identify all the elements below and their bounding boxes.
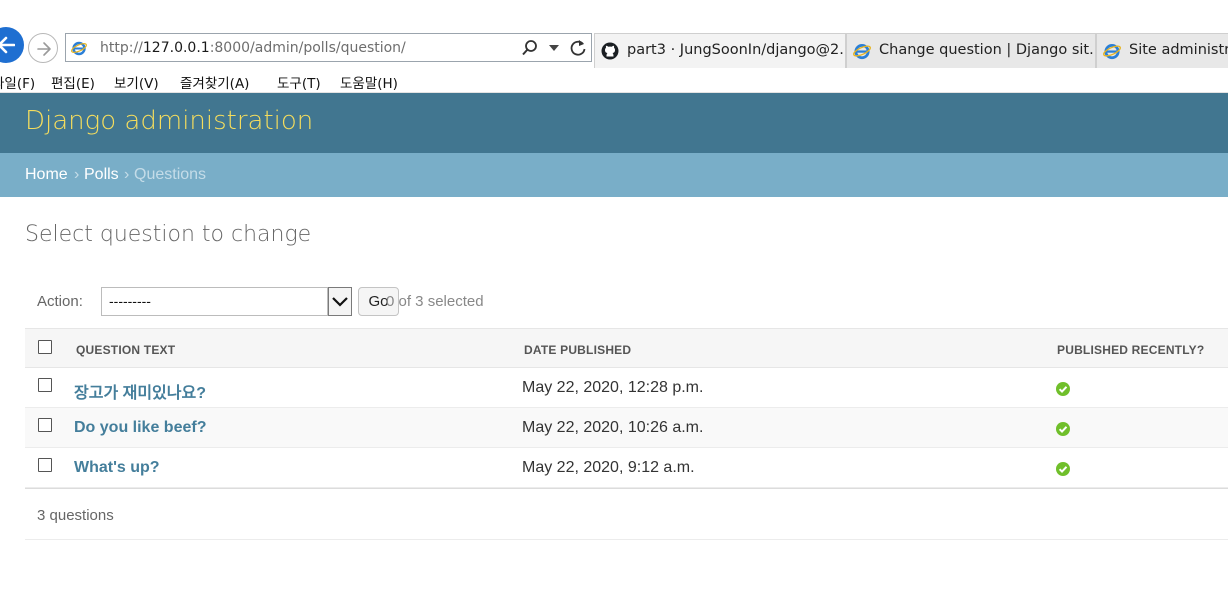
actions-bar: Action: --------- Go 0 of 3 selected <box>25 282 1228 320</box>
menu-bar: 파일(F) 편집(E) 보기(V) 즐겨찾기(A) 도구(T) 도움말(H) <box>0 68 1228 93</box>
tab-site-administration[interactable]: Site administra <box>1096 33 1228 68</box>
select-all-checkbox[interactable] <box>38 340 52 354</box>
row-checkbox[interactable] <box>38 418 52 432</box>
action-select[interactable]: --------- <box>101 287 328 316</box>
github-icon <box>601 42 619 60</box>
ie-page-icon <box>71 41 87 56</box>
action-label: Action: <box>37 293 83 310</box>
page-title: Select question to change <box>25 222 312 247</box>
question-link[interactable]: Do you like beef? <box>74 419 206 437</box>
date-published-cell: May 22, 2020, 9:12 a.m. <box>522 459 695 476</box>
site-name-link[interactable]: Django administration <box>25 106 313 136</box>
result-count: 3 questions <box>37 507 114 524</box>
table-header: QUESTION TEXT DATE PUBLISHED PUBLISHED R… <box>25 328 1228 368</box>
arrow-left-icon <box>0 36 15 54</box>
ie-page-icon <box>1103 44 1121 60</box>
column-header-question-text[interactable]: QUESTION TEXT <box>76 343 175 357</box>
breadcrumb-current: Questions <box>134 166 207 183</box>
question-link[interactable]: 장고가 재미있나요? <box>74 379 206 403</box>
arrow-right-icon <box>37 42 51 56</box>
column-header-date-published[interactable]: DATE PUBLISHED <box>524 343 631 357</box>
menu-tools[interactable]: 도구(T) <box>277 72 321 92</box>
browser-toolbar: http://127.0.0.1:8000/admin/polls/questi… <box>0 0 1228 68</box>
dropdown-arrow-icon[interactable] <box>549 44 559 52</box>
check-yes-icon <box>1056 462 1070 476</box>
table-row: What's up? May 22, 2020, 9:12 a.m. <box>25 448 1228 488</box>
table-row: 장고가 재미있나요? May 22, 2020, 12:28 p.m. <box>25 368 1228 408</box>
tab-change-question[interactable]: Change question | Django sit... <box>846 33 1096 68</box>
menu-edit[interactable]: 편집(E) <box>51 72 95 92</box>
forward-button[interactable] <box>28 33 58 63</box>
refresh-icon[interactable] <box>569 39 587 57</box>
row-checkbox[interactable] <box>38 458 52 472</box>
selected-count: 0 of 3 selected <box>386 293 484 310</box>
breadcrumb-home[interactable]: Home <box>25 166 68 184</box>
menu-view[interactable]: 보기(V) <box>114 72 159 92</box>
ie-page-icon <box>853 44 871 60</box>
result-list: QUESTION TEXT DATE PUBLISHED PUBLISHED R… <box>25 328 1228 540</box>
row-checkbox[interactable] <box>38 378 52 392</box>
breadcrumb: Home › Polls › Questions <box>0 153 1228 197</box>
address-bar[interactable]: http://127.0.0.1:8000/admin/polls/questi… <box>65 33 592 62</box>
table-row: Do you like beef? May 22, 2020, 10:26 a.… <box>25 408 1228 448</box>
check-yes-icon <box>1056 382 1070 396</box>
breadcrumb-separator: › <box>74 166 80 183</box>
tab-label: Change question | Django sit... <box>879 42 1096 58</box>
action-select-value: --------- <box>109 293 151 309</box>
chevron-down-icon <box>332 297 348 307</box>
date-published-cell: May 22, 2020, 12:28 p.m. <box>522 379 704 396</box>
menu-favorites[interactable]: 즐겨찾기(A) <box>180 72 249 92</box>
back-button[interactable] <box>0 27 24 63</box>
check-yes-icon <box>1056 422 1070 436</box>
breadcrumb-polls[interactable]: Polls <box>84 166 119 184</box>
menu-file[interactable]: 파일(F) <box>0 72 35 92</box>
url-text: http://127.0.0.1:8000/admin/polls/questi… <box>100 40 406 56</box>
tab-label: part3 · JungSoonIn/django@2... <box>627 42 846 58</box>
column-header-published-recently[interactable]: PUBLISHED RECENTLY? <box>1057 343 1204 357</box>
date-published-cell: May 22, 2020, 10:26 a.m. <box>522 419 704 436</box>
select-dropdown-button[interactable] <box>328 287 352 316</box>
paginator: 3 questions <box>25 488 1228 540</box>
search-icon[interactable] <box>521 39 539 57</box>
menu-help[interactable]: 도움말(H) <box>340 72 398 92</box>
breadcrumb-separator: › <box>124 166 130 183</box>
admin-header: Django administration <box>0 93 1228 153</box>
tab-label: Site administra <box>1129 42 1228 58</box>
question-link[interactable]: What's up? <box>74 459 160 477</box>
tab-github[interactable]: part3 · JungSoonIn/django@2... <box>594 33 846 68</box>
